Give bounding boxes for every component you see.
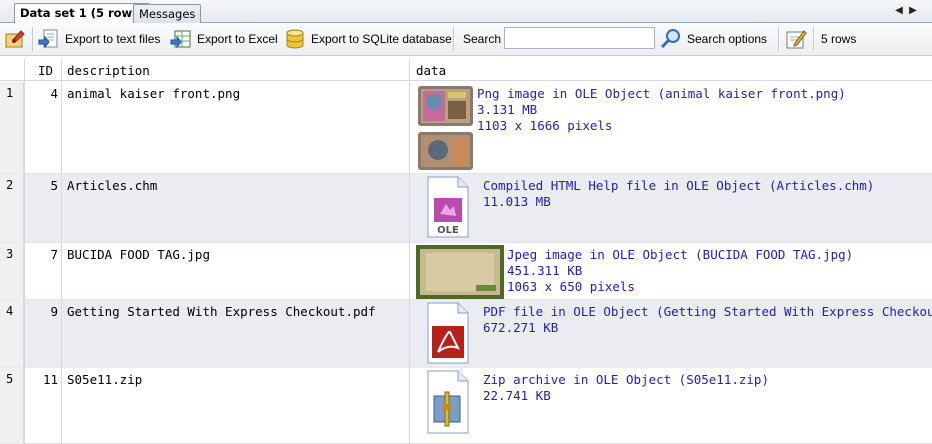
row-number: 2 (0, 174, 24, 242)
cell-description: Articles.chm (67, 178, 158, 193)
row-count: 5 rows (821, 27, 856, 51)
search-input[interactable] (504, 27, 655, 49)
cell-description: S05e11.zip (67, 372, 143, 387)
export-excel-icon (170, 28, 192, 50)
cell-data: PDF file in OLE Object (Getting Started … (483, 304, 932, 336)
cell-data: Png image in OLE Object (animal kaiser f… (477, 86, 932, 134)
tab-scroll-right-icon[interactable]: ▶ (907, 5, 919, 16)
ole-icon-label: OLE (437, 225, 459, 236)
table-row[interactable]: 2 5 Articles.chm OLE Compiled HTML Help … (0, 174, 932, 243)
cell-id: 5 (50, 178, 58, 193)
pin-button[interactable] (4, 27, 31, 51)
column-header-data[interactable]: data (416, 63, 446, 78)
row-number: 4 (0, 300, 24, 367)
export-excel-label: Export to Excel (197, 32, 278, 46)
cell-id: 7 (50, 247, 58, 262)
data-size: 3.131 MB (477, 102, 538, 117)
data-summary: Png image in OLE Object (animal kaiser f… (477, 86, 846, 101)
column-divider[interactable] (409, 59, 410, 444)
data-dimensions: 1103 x 1666 pixels (477, 118, 613, 133)
export-excel-button[interactable]: Export to Excel (170, 27, 278, 51)
row-number: 5 (0, 368, 24, 443)
table-row[interactable]: 4 9 Getting Started With Express Checkou… (0, 300, 932, 368)
toolbar-separator (778, 27, 779, 51)
data-size: 22.741 KB (483, 388, 551, 403)
data-summary: Compiled HTML Help file in OLE Object (A… (483, 178, 875, 193)
search-options-button[interactable]: Search options (660, 27, 767, 51)
row-count-text: 5 rows (821, 32, 857, 46)
pin-icon (4, 28, 26, 50)
grid-header: ID description data (0, 59, 932, 81)
cell-id: 11 (42, 372, 58, 387)
search-label-text: Search (463, 32, 502, 46)
table-row[interactable]: 1 4 animal kaiser front.png Png image in… (0, 82, 932, 174)
tab-scroll-left-icon[interactable]: ◀ (893, 5, 905, 16)
row-number: 1 (0, 82, 24, 173)
image-thumbnail (418, 86, 473, 175)
export-text-label: Export to text files (65, 32, 161, 46)
column-divider[interactable] (61, 59, 62, 444)
edit-button[interactable] (785, 27, 812, 51)
toolbar-separator (813, 27, 814, 51)
data-summary: Jpeg image in OLE Object (BUCIDA FOOD TA… (507, 247, 854, 262)
cell-id: 9 (50, 304, 58, 319)
export-text-icon (38, 28, 60, 50)
cell-description: Getting Started With Express Checkout.pd… (67, 304, 376, 319)
toolbar-separator (453, 27, 454, 51)
data-summary: PDF file in OLE Object (Getting Started … (483, 304, 932, 319)
tab-messages[interactable]: Messages (133, 4, 202, 23)
data-dimensions: 1063 x 650 pixels (507, 279, 635, 294)
database-icon (284, 28, 306, 50)
table-row[interactable]: 5 11 S05e11.zip Zip archive in OLE Objec… (0, 368, 932, 444)
ole-file-icon: OLE (426, 176, 470, 238)
search-options-label: Search options (687, 32, 768, 46)
export-sqlite-label: Export to SQLite database (311, 32, 452, 46)
search-label: Search (463, 27, 501, 51)
data-size: 672.271 KB (483, 320, 559, 335)
result-tab-strip: Data set 1 (5 rows) Messages ◀ ▶ (0, 0, 932, 24)
column-header-description[interactable]: description (67, 63, 150, 78)
data-size: 451.311 KB (507, 263, 583, 278)
data-summary: Zip archive in OLE Object (S05e11.zip) (483, 372, 769, 387)
zip-file-icon (426, 370, 470, 434)
toolbar-separator (32, 27, 33, 51)
cell-description: BUCIDA FOOD TAG.jpg (67, 247, 210, 262)
column-header-id[interactable]: ID (38, 63, 53, 78)
data-grid: ID description data 1 4 animal kaiser fr… (0, 57, 932, 444)
tab-data-set-1[interactable]: Data set 1 (5 rows) (14, 3, 151, 24)
edit-pencil-icon (785, 28, 807, 50)
cell-id: 4 (50, 86, 58, 101)
data-size: 11.013 MB (483, 194, 551, 209)
cell-data: Jpeg image in OLE Object (BUCIDA FOOD TA… (507, 247, 932, 295)
export-text-button[interactable]: Export to text files (38, 27, 160, 51)
column-divider (24, 59, 25, 444)
magnifier-icon (660, 28, 682, 50)
cell-data: Compiled HTML Help file in OLE Object (A… (483, 178, 932, 210)
image-thumbnail (416, 245, 504, 302)
row-number: 3 (0, 243, 24, 299)
pdf-file-icon (426, 302, 470, 364)
cell-data: Zip archive in OLE Object (S05e11.zip) 2… (483, 372, 932, 404)
cell-description: animal kaiser front.png (67, 86, 241, 101)
export-sqlite-button[interactable]: Export to SQLite database (284, 27, 452, 51)
table-row[interactable]: 3 7 BUCIDA FOOD TAG.jpg Jpeg image in OL… (0, 243, 932, 300)
